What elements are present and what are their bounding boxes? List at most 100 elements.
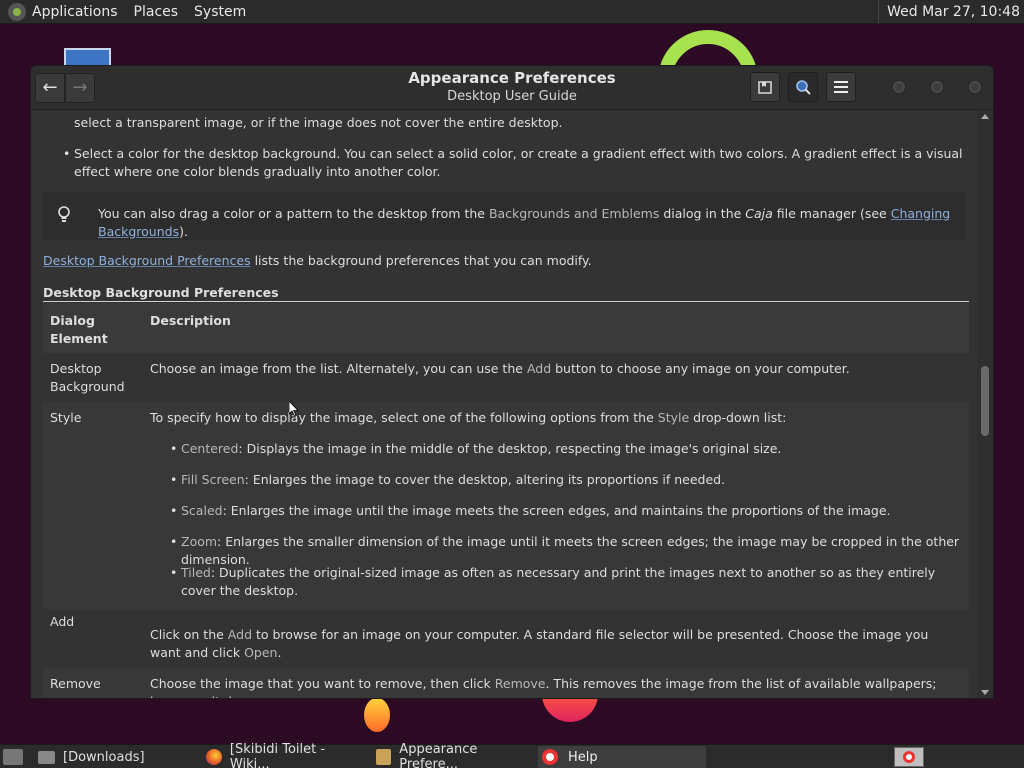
vertical-scrollbar[interactable] bbox=[977, 110, 993, 698]
row-element-desktop-background: Desktop Background bbox=[50, 361, 125, 394]
desc-text: Choose the image that you want to remove… bbox=[150, 676, 495, 691]
taskbar-item-help[interactable]: Help bbox=[538, 746, 706, 768]
taskbar-item-appearance[interactable]: Appearance Prefere... bbox=[372, 742, 534, 768]
row-element-add: Add bbox=[50, 614, 75, 629]
hamburger-icon bbox=[834, 81, 848, 93]
desc-text: drop-down list: bbox=[689, 410, 787, 425]
mate-logo-icon[interactable] bbox=[8, 2, 26, 21]
minimize-button[interactable] bbox=[891, 79, 907, 95]
tip-text: You can also drag a color or a pattern t… bbox=[98, 205, 958, 241]
option-name: Centered bbox=[181, 441, 239, 456]
lifebuoy-icon bbox=[542, 749, 558, 765]
option-name: Tiled bbox=[181, 565, 211, 580]
desktop-wallpaper-blob bbox=[364, 698, 390, 732]
desc-text: button to choose any image on your compu… bbox=[551, 361, 850, 376]
style-option: Tiled: Duplicates the original-sized ima… bbox=[170, 564, 956, 600]
gui-term: Add bbox=[227, 627, 252, 642]
list-item: Select a color for the desktop backgroun… bbox=[63, 145, 964, 181]
gui-term: Backgrounds and Emblems bbox=[488, 206, 660, 221]
style-option: Centered: Displays the image in the midd… bbox=[170, 440, 961, 458]
workspace-window-icon bbox=[903, 751, 915, 763]
close-button[interactable] bbox=[967, 79, 983, 95]
gui-term: Style bbox=[657, 410, 690, 425]
help-content: select a transparent image, or if the im… bbox=[31, 110, 977, 698]
bottom-panel: [Downloads] [Skibidi Toilet - Wiki... Ap… bbox=[0, 742, 1024, 768]
desc-text: Choose an image from the list. Alternate… bbox=[150, 361, 527, 376]
tip-text-part: You can also drag a color or a pattern t… bbox=[98, 206, 489, 221]
scroll-up-arrow-icon[interactable] bbox=[981, 114, 989, 119]
option-text: : Duplicates the original-sized image as… bbox=[181, 565, 936, 598]
row-description: To specify how to display the image, sel… bbox=[150, 409, 960, 427]
option-text: : Enlarges the image until the image mee… bbox=[222, 503, 891, 518]
window-title: Appearance Preferences bbox=[408, 69, 616, 87]
back-arrow-icon: ← bbox=[42, 77, 58, 98]
forward-button[interactable]: → bbox=[65, 73, 95, 103]
intro-text: lists the background preferences that yo… bbox=[250, 253, 592, 268]
paragraph-partial: select a transparent image, or if the im… bbox=[74, 115, 563, 130]
tip-text-part: ). bbox=[179, 224, 188, 239]
lightbulb-icon bbox=[58, 206, 70, 222]
option-name: Zoom bbox=[181, 534, 218, 549]
taskbar-label: Appearance Prefere... bbox=[399, 742, 478, 768]
show-desktop-icon[interactable] bbox=[3, 749, 23, 765]
folder-icon bbox=[38, 750, 55, 764]
search-button[interactable] bbox=[788, 72, 818, 102]
table-title: Desktop Background Preferences bbox=[43, 285, 279, 300]
bookmark-icon bbox=[758, 81, 772, 94]
help-window: ← → Appearance Preferences Desktop User … bbox=[30, 65, 994, 699]
desc-text: . bbox=[277, 645, 282, 660]
tip-text-part: dialog in the bbox=[659, 206, 746, 221]
clock[interactable]: Wed Mar 27, 10:48 bbox=[878, 0, 1020, 24]
row-element-remove: Remove bbox=[50, 676, 101, 691]
column-header-description: Description bbox=[150, 313, 231, 328]
table-header: Dialog Element Description bbox=[43, 303, 969, 353]
tip-note: You can also drag a color or a pattern t… bbox=[43, 192, 965, 240]
top-panel: Applications Places System Wed Mar 27, 1… bbox=[0, 0, 1024, 24]
desc-text: Click on the bbox=[150, 627, 228, 642]
menu-applications[interactable]: Applications bbox=[32, 4, 118, 20]
option-text: : Enlarges the image to cover the deskto… bbox=[244, 472, 726, 487]
header-bar: ← → Appearance Preferences Desktop User … bbox=[31, 66, 993, 110]
gui-term: Add bbox=[526, 361, 552, 376]
intro-paragraph: Desktop Background Preferences lists the… bbox=[43, 252, 963, 270]
appearance-icon bbox=[376, 749, 392, 765]
option-name: Scaled bbox=[181, 503, 223, 518]
row-description: Click on the Add to browse for an image … bbox=[150, 626, 960, 662]
row-description: Choose the image that you want to remove… bbox=[150, 675, 965, 698]
menu-system[interactable]: System bbox=[194, 4, 246, 20]
firefox-icon bbox=[206, 749, 222, 765]
menu-places[interactable]: Places bbox=[134, 4, 179, 20]
option-text: : Displays the image in the middle of th… bbox=[238, 441, 782, 456]
taskbar-item-downloads[interactable]: [Downloads] bbox=[34, 746, 198, 768]
title-area: Appearance Preferences Desktop User Guid… bbox=[331, 69, 693, 104]
taskbar-label: Help bbox=[568, 749, 598, 765]
maximize-button[interactable] bbox=[929, 79, 945, 95]
tip-text-part: file manager (see bbox=[772, 206, 891, 221]
search-icon bbox=[796, 80, 811, 95]
forward-arrow-icon: → bbox=[72, 77, 88, 98]
option-name: Fill Screen bbox=[181, 472, 245, 487]
gui-term: Open bbox=[244, 645, 278, 660]
style-option: Fill Screen: Enlarges the image to cover… bbox=[170, 471, 961, 489]
app-name: Caja bbox=[745, 206, 773, 221]
option-text: : Enlarges the smaller dimension of the … bbox=[181, 534, 960, 567]
scroll-thumb[interactable] bbox=[981, 366, 989, 436]
style-option: Scaled: Enlarges the image until the ima… bbox=[170, 502, 961, 520]
background-preferences-link[interactable]: Desktop Background Preferences bbox=[43, 253, 251, 268]
desc-text: To specify how to display the image, sel… bbox=[150, 410, 658, 425]
menu-button[interactable] bbox=[826, 72, 856, 102]
window-subtitle: Desktop User Guide bbox=[447, 89, 577, 104]
workspace-switcher[interactable] bbox=[894, 747, 924, 767]
gui-term: Remove bbox=[494, 676, 546, 691]
back-button[interactable]: ← bbox=[35, 73, 65, 103]
taskbar-label: [Downloads] bbox=[63, 749, 145, 765]
bookmark-button[interactable] bbox=[750, 72, 780, 102]
mouse-pointer-icon bbox=[289, 401, 299, 417]
row-description: Choose an image from the list. Alternate… bbox=[150, 360, 960, 378]
taskbar-label: [Skibidi Toilet - Wiki... bbox=[229, 742, 326, 768]
taskbar-item-firefox[interactable]: [Skibidi Toilet - Wiki... bbox=[202, 742, 368, 768]
row-element-style: Style bbox=[50, 410, 82, 425]
divider bbox=[43, 301, 969, 302]
column-header-element: Dialog Element bbox=[50, 313, 108, 346]
scroll-down-arrow-icon[interactable] bbox=[981, 690, 989, 695]
